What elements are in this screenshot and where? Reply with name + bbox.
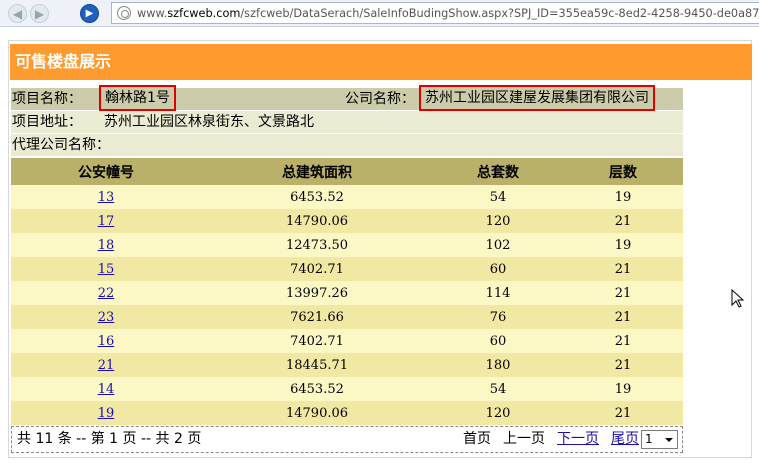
- area-cell: 13997.26: [201, 281, 433, 305]
- project-name-value: 翰林路1号: [99, 85, 176, 111]
- back-icon[interactable]: ◀: [8, 4, 27, 23]
- page-icon: [117, 6, 131, 20]
- table-header-row: 公安幢号 总建筑面积 总套数 层数: [11, 158, 683, 185]
- units-cell: 54: [433, 377, 563, 401]
- pagination-bar: 共 11 条 -- 第 1 页 -- 共 2 页 首页 上一页 下一页 尾页 1: [11, 426, 683, 453]
- building-link[interactable]: 15: [98, 262, 115, 277]
- building-link[interactable]: 22: [98, 286, 115, 301]
- building-table: 公安幢号 总建筑面积 总套数 层数 13 6453.52 54 19 17 14…: [11, 158, 683, 425]
- area-cell: 7402.71: [201, 257, 433, 281]
- area-cell: 14790.06: [201, 401, 433, 425]
- table-row: 14 6453.52 54 19: [11, 377, 683, 401]
- units-cell: 76: [433, 305, 563, 329]
- units-cell: 54: [433, 185, 563, 209]
- units-cell: 180: [433, 353, 563, 377]
- building-link[interactable]: 16: [98, 334, 115, 349]
- area-cell: 7402.71: [201, 329, 433, 353]
- table-row: 18 12473.50 102 19: [11, 233, 683, 257]
- building-link[interactable]: 18: [98, 238, 115, 253]
- building-link[interactable]: 21: [98, 358, 115, 373]
- column-header-area: 总建筑面积: [201, 158, 433, 185]
- forward-icon[interactable]: ▶: [30, 4, 49, 23]
- floors-cell: 19: [563, 185, 683, 209]
- table-row: 15 7402.71 60 21: [11, 257, 683, 281]
- floors-cell: 21: [563, 257, 683, 281]
- project-name-row: 项目名称： 翰林路1号 公司名称： 苏州工业园区建屋发展集团有限公司: [11, 85, 683, 111]
- page-title: 可售楼盘展示: [10, 44, 752, 80]
- table-row: 13 6453.52 54 19: [11, 185, 683, 209]
- page-select[interactable]: 1: [641, 430, 678, 449]
- column-header-floors: 层数: [563, 158, 683, 185]
- table-row: 19 14790.06 120 21: [11, 401, 683, 425]
- last-page-link[interactable]: 尾页: [611, 431, 639, 447]
- column-header-building: 公安幢号: [11, 158, 201, 185]
- pagination-links: 首页 上一页 下一页 尾页 1: [463, 427, 678, 452]
- floors-cell: 21: [563, 209, 683, 233]
- go-icon[interactable]: ▶: [80, 4, 99, 23]
- area-cell: 6453.52: [201, 185, 433, 209]
- area-cell: 14790.06: [201, 209, 433, 233]
- address-bar[interactable]: www.szfcweb.com/szfcweb/DataSerach/SaleI…: [111, 2, 759, 24]
- floors-cell: 21: [563, 353, 683, 377]
- project-name-label: 项目名称：: [12, 91, 82, 107]
- building-link[interactable]: 14: [98, 382, 115, 397]
- units-cell: 102: [433, 233, 563, 257]
- floors-cell: 21: [563, 401, 683, 425]
- building-link[interactable]: 13: [98, 190, 115, 205]
- floors-cell: 21: [563, 329, 683, 353]
- building-link[interactable]: 17: [98, 214, 115, 229]
- area-cell: 7621.66: [201, 305, 433, 329]
- next-page-link[interactable]: 下一页: [557, 431, 599, 447]
- floors-cell: 19: [563, 233, 683, 257]
- url-text[interactable]: www.szfcweb.com/szfcweb/DataSerach/SaleI…: [137, 7, 759, 20]
- floors-cell: 21: [563, 281, 683, 305]
- table-row: 17 14790.06 120 21: [11, 209, 683, 233]
- building-link[interactable]: 23: [98, 310, 115, 325]
- area-cell: 6453.52: [201, 377, 433, 401]
- building-link[interactable]: 19: [98, 406, 115, 421]
- company-name-label: 公司名称：: [345, 91, 415, 107]
- units-cell: 120: [433, 209, 563, 233]
- agent-company-label: 代理公司名称：: [12, 137, 110, 153]
- column-header-units: 总套数: [433, 158, 563, 185]
- table-row: 23 7621.66 76 21: [11, 305, 683, 329]
- table-row: 16 7402.71 60 21: [11, 329, 683, 353]
- company-name-value: 苏州工业园区建屋发展集团有限公司: [419, 85, 655, 111]
- browser-toolbar: ◀ ▶ ▶ www.szfcweb.com/szfcweb/DataSerach…: [0, 0, 759, 27]
- prev-page-link[interactable]: 上一页: [503, 427, 545, 452]
- pagination-summary: 共 11 条 -- 第 1 页 -- 共 2 页: [17, 431, 202, 447]
- table-row: 22 13997.26 114 21: [11, 281, 683, 305]
- project-address-value: 苏州工业园区林泉街东、文景路北: [104, 114, 314, 130]
- area-cell: 18445.71: [201, 353, 433, 377]
- units-cell: 114: [433, 281, 563, 305]
- floors-cell: 19: [563, 377, 683, 401]
- area-cell: 12473.50: [201, 233, 433, 257]
- agent-company-row: 代理公司名称：: [11, 134, 683, 156]
- table-row: 21 18445.71 180 21: [11, 353, 683, 377]
- project-address-label: 项目地址：: [12, 114, 82, 130]
- units-cell: 60: [433, 257, 563, 281]
- first-page-link[interactable]: 首页: [463, 427, 491, 452]
- floors-cell: 21: [563, 305, 683, 329]
- units-cell: 120: [433, 401, 563, 425]
- mouse-cursor-icon: [731, 289, 745, 308]
- project-address-row: 项目地址： 苏州工业园区林泉街东、文景路北: [11, 111, 683, 133]
- units-cell: 60: [433, 329, 563, 353]
